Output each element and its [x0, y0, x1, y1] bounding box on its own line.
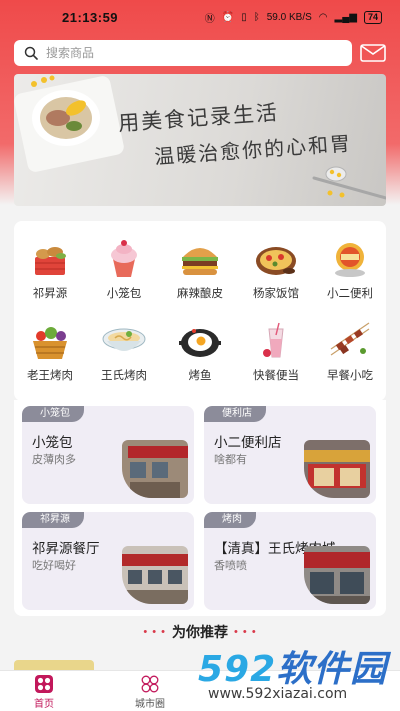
search-input[interactable] — [46, 46, 306, 60]
shop-desc: 吃好喝好 — [32, 560, 76, 572]
shop-name: 祁昇源餐厅 — [32, 541, 100, 556]
shop-desc: 皮薄肉多 — [32, 454, 76, 466]
category-label: 小二便利 — [327, 288, 373, 300]
shop-tag: 祁昇源 — [22, 512, 84, 528]
alarm-icon: ⏰ — [221, 11, 235, 23]
battery-indicator: 74 — [363, 10, 382, 24]
recommend-dots-left: • • • — [143, 626, 166, 638]
drink-cup-icon — [263, 322, 284, 358]
category-label: 快餐便当 — [253, 370, 299, 382]
category-label: 杨家饭馆 — [253, 288, 299, 300]
snack-bowl-icon — [335, 243, 365, 277]
city-circle-icon — [141, 675, 159, 693]
category-label: 老王烤肉 — [27, 370, 73, 382]
shop-photo — [122, 546, 188, 604]
category-item[interactable]: 小笼包 — [89, 239, 159, 301]
bread-basket-icon — [35, 247, 66, 275]
recommend-title: 为你推荐 — [172, 624, 228, 640]
status-time: 21:13:59 — [62, 9, 119, 25]
shop-card[interactable]: 便利店 小二便利店 啥都有 — [204, 406, 376, 504]
vibrate-icon: ▯ — [241, 11, 247, 23]
recommend-header: • • • 为你推荐 • • • — [0, 622, 400, 642]
category-item[interactable]: 祁昇源 — [15, 239, 85, 301]
wifi-icon: ◠ — [318, 11, 328, 23]
shop-tag: 烤肉 — [204, 512, 256, 528]
recommend-dots-right: • • • — [234, 626, 257, 638]
shop-card[interactable]: 小笼包 小笼包 皮薄肉多 — [22, 406, 194, 504]
signal-icon: ▂▄▆ — [334, 11, 357, 23]
nav-city-circle[interactable]: 城市圈 — [120, 675, 180, 710]
noodle-bowl-icon — [102, 328, 146, 351]
category-item[interactable]: 烤鱼 — [165, 321, 235, 383]
cupcake-icon — [111, 240, 137, 277]
mail-icon[interactable] — [360, 44, 386, 62]
category-label: 王氏烤肉 — [101, 370, 147, 382]
promo-banner[interactable]: 用美食记录生活 温暖治愈你的心和胃 — [14, 74, 386, 206]
category-item[interactable]: 小二便利 — [315, 239, 385, 301]
category-label: 祁昇源 — [32, 288, 68, 300]
bottom-nav: 首页 城市圈 — [0, 670, 400, 711]
shop-desc: 啥都有 — [214, 454, 247, 466]
category-item[interactable]: 早餐小吃 — [315, 321, 385, 383]
category-item[interactable]: 老王烤肉 — [15, 321, 85, 383]
shop-name: 小笼包 — [32, 435, 73, 450]
shop-photo — [304, 546, 370, 604]
nfc-icon: Ⓝ — [204, 13, 215, 25]
category-label: 烤鱼 — [188, 370, 212, 382]
shop-card-panel: 小笼包 小笼包 皮薄肉多 便利店 小二便利店 啥都有 祁昇源 祁昇源餐厅 吃好喝… — [14, 400, 386, 616]
shop-tag: 便利店 — [204, 406, 266, 422]
shop-photo — [122, 440, 188, 498]
category-label: 早餐小吃 — [327, 370, 373, 382]
category-label: 麻辣酿皮 — [177, 288, 223, 300]
nav-home-label: 首页 — [34, 699, 54, 710]
shop-card[interactable]: 祁昇源 祁昇源餐厅 吃好喝好 — [22, 512, 194, 610]
category-item[interactable]: 快餐便当 — [241, 321, 311, 383]
shop-desc: 香喷喷 — [214, 560, 247, 572]
nav-city-label: 城市圈 — [135, 699, 165, 710]
network-speed: 59.0 KB/S — [266, 11, 312, 23]
search-icon — [24, 46, 38, 60]
status-bar: 21:13:59 Ⓝ ⏰ ▯ ᛒ 59.0 KB/S ◠ ▂▄▆ 74 — [0, 0, 400, 34]
fried-egg-pan-icon — [179, 329, 221, 357]
nav-home[interactable]: 首页 — [14, 675, 74, 710]
category-label: 小笼包 — [106, 288, 142, 300]
fruit-basket-icon — [33, 327, 67, 359]
status-icons: Ⓝ ⏰ ▯ ᛒ 59.0 KB/S ◠ ▂▄▆ 74 — [205, 10, 382, 25]
search-bar[interactable] — [14, 40, 352, 66]
shop-tag: 小笼包 — [22, 406, 84, 422]
shop-photo — [304, 440, 370, 498]
home-grid-icon — [35, 675, 53, 693]
bluetooth-icon: ᛒ — [253, 11, 260, 23]
shop-card[interactable]: 烤肉 【清真】王氏烤肉城 香喷喷 — [204, 512, 376, 610]
burger-icon — [182, 248, 218, 275]
skewers-icon — [330, 322, 370, 356]
category-grid: 祁昇源 小笼包 麻辣酿皮 杨家饭馆 小二便利 老王烤肉 王氏烤肉 烤鱼 快餐便当… — [14, 221, 386, 401]
category-item[interactable]: 王氏烤肉 — [89, 321, 159, 383]
category-item[interactable]: 麻辣酿皮 — [165, 239, 235, 301]
pizza-icon — [256, 247, 296, 275]
shop-name: 小二便利店 — [214, 435, 282, 450]
category-item[interactable]: 杨家饭馆 — [241, 239, 311, 301]
